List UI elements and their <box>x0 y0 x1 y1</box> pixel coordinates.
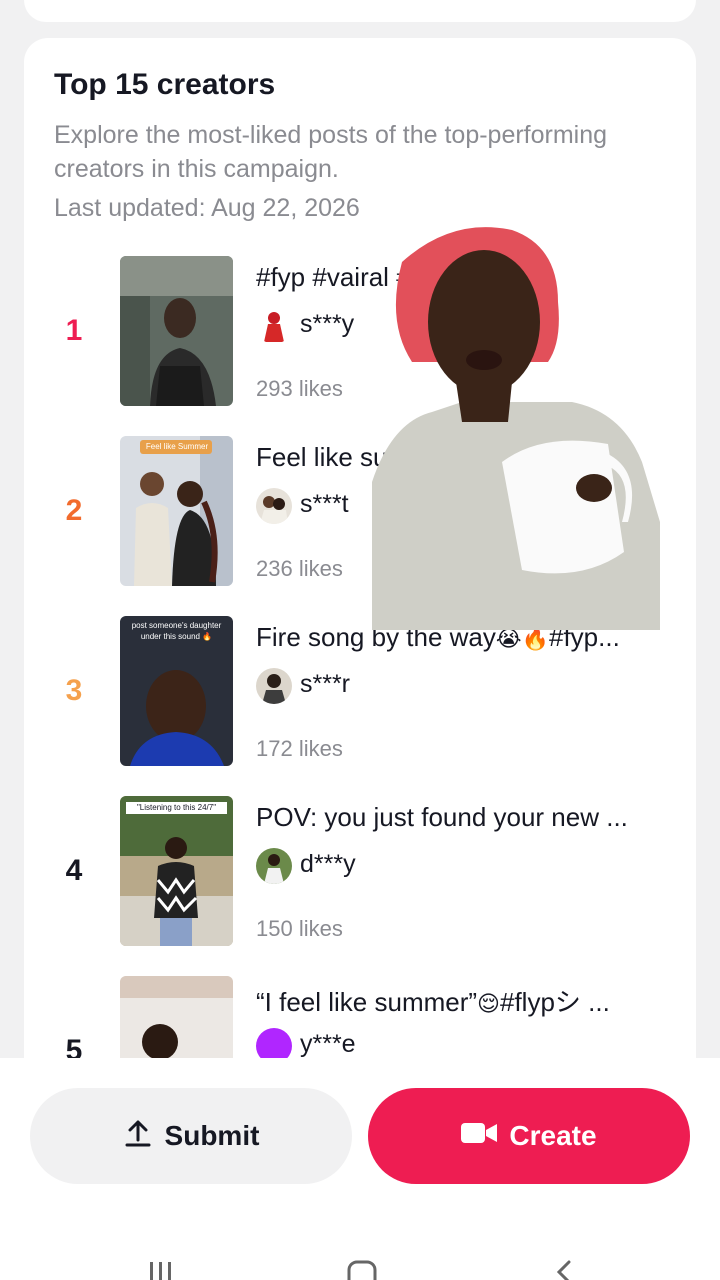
previous-section-card <box>24 0 696 22</box>
rank-number: 3 <box>65 674 83 707</box>
creator-avatar[interactable] <box>256 308 292 344</box>
post-thumbnail[interactable]: post someone's daughter under this sound… <box>120 616 233 766</box>
likes-count: 172 likes <box>256 736 343 761</box>
post-thumbnail[interactable] <box>120 256 233 406</box>
creator-row-3[interactable]: 3 post someone's daughter under this sou… <box>24 616 696 796</box>
rank-number: 2 <box>65 494 83 527</box>
thumbnail-caption: post someone's daughter under this sound… <box>131 621 222 641</box>
section-description: Explore the most-liked posts of the top-… <box>54 121 608 183</box>
creator-handle[interactable]: s***t <box>300 490 349 519</box>
thumbnail-caption: Feel like Summer <box>145 442 209 451</box>
post-title[interactable]: POV: you just found your new ... <box>256 802 676 833</box>
submit-button[interactable]: Submit <box>30 1088 352 1184</box>
likes-count: 236 likes <box>256 556 343 581</box>
last-updated-text: Last updated: Aug 22, 2026 <box>54 194 360 222</box>
rank-number: 4 <box>65 854 83 887</box>
creator-row-4[interactable]: 4 "Listening to this 24/7" POV: you just… <box>24 796 696 976</box>
video-camera-icon <box>461 1120 498 1152</box>
creator-handle[interactable]: d***y <box>300 850 356 879</box>
submit-label: Submit <box>164 1120 260 1151</box>
post-thumbnail[interactable]: "Listening to this 24/7" <box>120 796 233 946</box>
thumbnail-caption: "Listening to this 24/7" <box>126 802 227 814</box>
section-title: Top 15 creators <box>54 68 276 101</box>
create-button[interactable]: Create <box>368 1088 690 1184</box>
bottom-action-bar: Submit Create <box>0 1058 720 1280</box>
post-title[interactable]: “I feel like summer”😌#flypシ ... <box>256 982 676 1019</box>
likes-count: 293 likes <box>256 376 343 401</box>
post-thumbnail[interactable]: Feel like Summer <box>120 436 233 586</box>
creator-avatar[interactable] <box>256 848 292 884</box>
creator-handle[interactable]: y***e <box>300 1030 356 1059</box>
creator-avatar[interactable] <box>256 488 292 524</box>
presenter-video-overlay <box>372 222 660 630</box>
creator-handle[interactable]: s***y <box>300 310 354 339</box>
creator-avatar[interactable] <box>256 668 292 704</box>
rank-number: 1 <box>65 314 83 347</box>
create-label: Create <box>509 1120 597 1151</box>
back-icon[interactable] <box>544 1254 584 1280</box>
creator-handle[interactable]: s***r <box>300 670 350 699</box>
recent-apps-icon[interactable] <box>140 1254 180 1280</box>
likes-count: 150 likes <box>256 916 343 941</box>
upload-icon <box>123 1118 153 1155</box>
home-icon[interactable] <box>342 1254 382 1280</box>
